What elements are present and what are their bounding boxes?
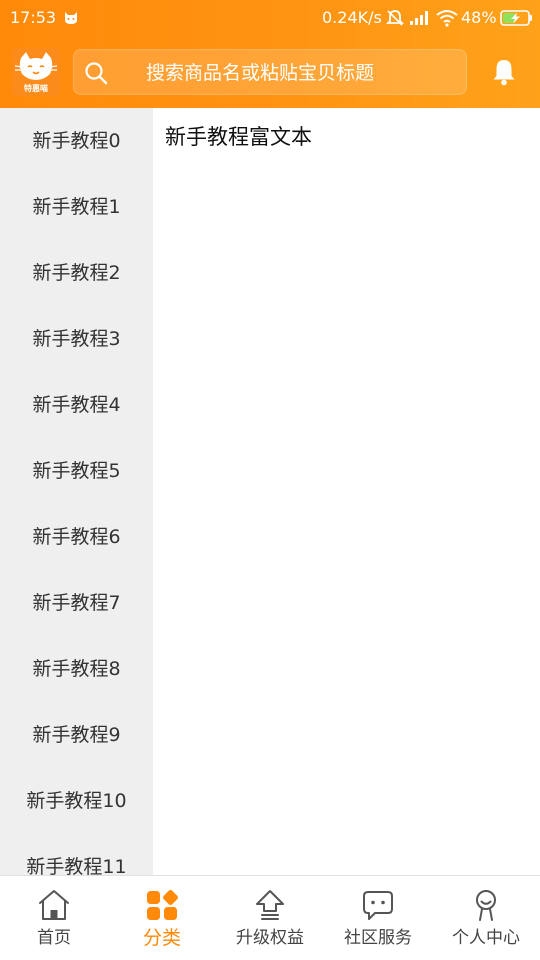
home-icon xyxy=(39,890,69,920)
bottom-tab-bar: 首页 分类 升级权益 社区服务 个人中心 xyxy=(0,875,540,960)
search-input[interactable]: 搜索商品名或粘贴宝贝标题 xyxy=(73,49,467,95)
status-time: 17:53 xyxy=(10,8,57,27)
sidebar-item-8[interactable]: 新手教程8 xyxy=(0,636,153,702)
wifi-icon xyxy=(436,10,458,27)
rich-text-content: 新手教程富文本 xyxy=(165,125,312,149)
tab-home-label: 首页 xyxy=(37,928,71,948)
upgrade-icon xyxy=(256,890,284,920)
tab-home[interactable]: 首页 xyxy=(0,876,108,960)
category-sidebar[interactable]: 新手教程0 新手教程1 新手教程2 新手教程3 新手教程4 新手教程5 新手教程… xyxy=(0,108,153,875)
sidebar-item-7[interactable]: 新手教程7 xyxy=(0,570,153,636)
status-bar: 17:53 0.24K/s 48% xyxy=(0,0,540,36)
chat-icon xyxy=(363,891,393,920)
search-placeholder: 搜索商品名或粘贴宝贝标题 xyxy=(146,62,375,84)
tab-profile-label: 个人中心 xyxy=(452,928,520,948)
battery-charging-icon xyxy=(500,10,532,26)
mute-icon xyxy=(386,10,404,26)
tab-community[interactable]: 社区服务 xyxy=(324,876,432,960)
sidebar-item-5[interactable]: 新手教程5 xyxy=(0,438,153,504)
profile-icon xyxy=(476,890,496,921)
status-net-speed: 0.24K/s xyxy=(322,8,382,27)
content-panel: 新手教程富文本 xyxy=(153,108,540,875)
sidebar-item-11[interactable]: 新手教程11 xyxy=(0,834,153,875)
sidebar-item-4[interactable]: 新手教程4 xyxy=(0,372,153,438)
app-notification-icon xyxy=(65,12,77,24)
app-logo[interactable]: 特惠喵 xyxy=(12,48,60,96)
tab-profile[interactable]: 个人中心 xyxy=(432,876,540,960)
sidebar-item-6[interactable]: 新手教程6 xyxy=(0,504,153,570)
category-icon xyxy=(147,890,178,920)
tab-category[interactable]: 分类 xyxy=(108,876,216,960)
sidebar-item-1[interactable]: 新手教程1 xyxy=(0,174,153,240)
signal-icon xyxy=(410,11,428,25)
sidebar-item-2[interactable]: 新手教程2 xyxy=(0,240,153,306)
sidebar-item-10[interactable]: 新手教程10 xyxy=(0,768,153,834)
header: 17:53 0.24K/s 48% 特惠喵 搜索商品名或粘贴宝贝标题 xyxy=(0,0,540,108)
cat-logo-icon xyxy=(14,52,58,80)
sidebar-item-0[interactable]: 新手教程0 xyxy=(0,108,153,174)
status-battery-level: 48% xyxy=(461,8,497,27)
tab-category-label: 分类 xyxy=(142,927,181,949)
tab-upgrade-label: 升级权益 xyxy=(236,928,304,948)
sidebar-item-3[interactable]: 新手教程3 xyxy=(0,306,153,372)
tab-upgrade[interactable]: 升级权益 xyxy=(216,876,324,960)
sidebar-item-9[interactable]: 新手教程9 xyxy=(0,702,153,768)
logo-text: 特惠喵 xyxy=(24,84,48,93)
tab-community-label: 社区服务 xyxy=(344,928,412,948)
bell-icon[interactable] xyxy=(491,58,517,86)
search-icon xyxy=(85,62,108,85)
